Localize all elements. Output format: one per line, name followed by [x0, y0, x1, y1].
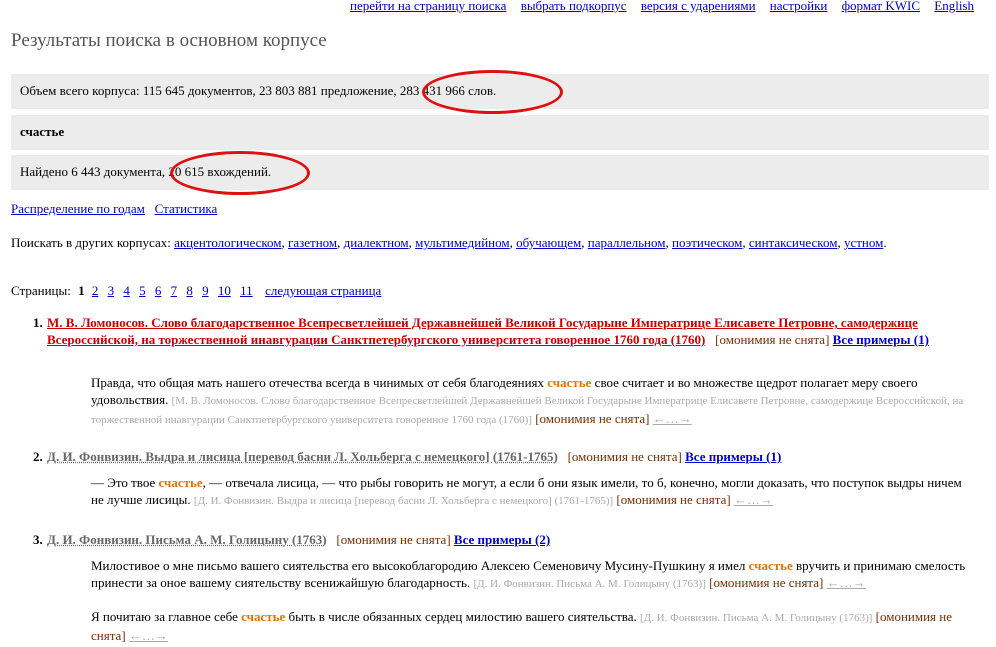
statistics-link[interactable]: Статистика — [155, 201, 218, 216]
snippet: — Это твое счастье, — отвечала лисица, —… — [91, 474, 971, 510]
current-page: 1 — [78, 283, 85, 298]
page-link[interactable]: 8 — [186, 283, 193, 298]
next-page-link[interactable]: следующая страница — [265, 283, 381, 298]
expand-context-link[interactable]: ←…→ — [129, 628, 168, 643]
document-title-link[interactable]: Д. И. Фонвизин. Письма А. М. Голицыну (1… — [47, 532, 327, 547]
result-links: Распределение по годам Статистика — [11, 201, 217, 217]
snippet-source: [М. В. Ломоносов. Слово благодарственное… — [91, 395, 964, 426]
expand-context-link[interactable]: ←…→ — [734, 492, 773, 507]
snippet: Я почитаю за главное себе счастье быть в… — [91, 608, 971, 644]
nav-select-subcorpus-link[interactable]: выбрать подкорпус — [521, 0, 627, 13]
page-link[interactable]: 4 — [123, 283, 130, 298]
all-examples-link[interactable]: Все примеры (2) — [454, 532, 550, 547]
snippet-text: быть в числе обязанных сердец милостию в… — [285, 609, 637, 624]
document-number: 1. — [33, 315, 43, 330]
corpus-stats-text: Объем всего корпуса: 115 645 документов,… — [20, 83, 400, 98]
document-number: 3. — [33, 532, 43, 547]
corpus-word-count: 283 431 966 слов. — [399, 83, 497, 98]
pagination: Страницы: 1 2 3 4 5 6 7 8 9 10 11 следую… — [11, 283, 387, 299]
top-navigation: перейти на страницу поиска выбрать подко… — [339, 0, 974, 14]
found-bar: Найдено 6 443 документа, 20 615 вхождени… — [11, 155, 989, 190]
page-link[interactable]: 6 — [155, 283, 162, 298]
snippet-hit: счастье — [547, 375, 592, 390]
all-examples-link[interactable]: Все примеры (1) — [685, 449, 781, 464]
snippet-text: Я почитаю за главное себе — [91, 609, 242, 624]
page-link[interactable]: 11 — [240, 283, 253, 298]
page-link[interactable]: 2 — [92, 283, 99, 298]
homonymy-label: [омонимия не снята] — [535, 411, 650, 426]
result-document: 3. Д. И. Фонвизин. Письма А. М. Голицыну… — [33, 531, 963, 548]
page-link[interactable]: 10 — [218, 283, 231, 298]
page-link[interactable]: 5 — [139, 283, 146, 298]
nav-english-link[interactable]: English — [934, 0, 974, 13]
page-link[interactable]: 3 — [108, 283, 115, 298]
nav-kwic-format-link[interactable]: формат KWIC — [842, 0, 920, 13]
other-corpora: Поискать в других корпусах: акцентологич… — [11, 235, 887, 250]
nav-settings-link[interactable]: настройки — [770, 0, 828, 13]
found-occurrences: 20 615 вхождений. — [168, 164, 272, 179]
snippet-source: [Д. И. Фонвизин. Выдра и лисица [перевод… — [193, 495, 614, 507]
corpus-link-educational[interactable]: обучающем — [516, 235, 581, 250]
nav-accent-version-link[interactable]: версия с ударениями — [641, 0, 756, 13]
corpus-link-newspaper[interactable]: газетном — [288, 235, 337, 250]
page-link[interactable]: 7 — [171, 283, 178, 298]
nav-search-page-link[interactable]: перейти на страницу поиска — [350, 0, 506, 13]
snippet-hit: счастье — [158, 475, 203, 490]
query-text: счастье — [20, 124, 65, 139]
snippet-text: — Это твое — [91, 475, 159, 490]
homonymy-label: [омонимия не снята] — [567, 449, 682, 464]
snippet-text: Правда, что общая мать нашего отечества … — [91, 375, 548, 390]
other-corpora-label: Поискать в других корпусах: — [11, 235, 171, 250]
homonymy-label: [омонимия не снята] — [616, 492, 731, 507]
snippet-source: [Д. И. Фонвизин. Письма А. М. Голицыну (… — [473, 578, 706, 590]
all-examples-link[interactable]: Все примеры (1) — [833, 332, 929, 347]
snippet: Правда, что общая мать нашего отечества … — [91, 374, 971, 429]
corpus-link-parallel[interactable]: параллельном — [588, 235, 666, 250]
corpus-link-dialect[interactable]: диалектном — [344, 235, 409, 250]
page-title: Результаты поиска в основном корпусе — [11, 30, 327, 51]
corpus-link-poetic[interactable]: поэтическом — [672, 235, 742, 250]
corpus-stats-bar: Объем всего корпуса: 115 645 документов,… — [11, 74, 989, 109]
distribution-by-years-link[interactable]: Распределение по годам — [11, 201, 145, 216]
corpus-link-syntactic[interactable]: синтаксическом — [749, 235, 838, 250]
homonymy-label: [омонимия не снята] — [709, 575, 824, 590]
result-document: 2. Д. И. Фонвизин. Выдра и лисица [перев… — [33, 448, 963, 465]
query-bar: счастье — [11, 115, 989, 150]
corpus-link-multimedia[interactable]: мультимедийном — [415, 235, 510, 250]
snippet: Милостивое о мне письмо вашего сиятельст… — [91, 557, 971, 593]
expand-context-link[interactable]: ←…→ — [653, 411, 692, 426]
snippet-hit: счастье — [748, 558, 793, 573]
snippet-text: Милостивое о мне письмо вашего сиятельст… — [91, 558, 749, 573]
corpus-link-spoken[interactable]: устном — [844, 235, 883, 250]
document-number: 2. — [33, 449, 43, 464]
corpus-link-accentological[interactable]: акцентологическом — [174, 235, 281, 250]
homonymy-label: [омонимия не снята] — [336, 532, 451, 547]
snippet-source: [Д. И. Фонвизин. Письма А. М. Голицыну (… — [640, 612, 873, 624]
page-link[interactable]: 9 — [202, 283, 209, 298]
result-document: 1. М. В. Ломоносов. Слово благодарственн… — [33, 314, 963, 348]
snippet-hit: счастье — [241, 609, 286, 624]
pagination-label: Страницы: — [11, 283, 71, 298]
expand-context-link[interactable]: ←…→ — [827, 575, 866, 590]
found-text: Найдено 6 443 документа, — [20, 164, 169, 179]
document-title-link[interactable]: Д. И. Фонвизин. Выдра и лисица [перевод … — [47, 449, 558, 464]
homonymy-label: [омонимия не снята] — [715, 332, 830, 347]
